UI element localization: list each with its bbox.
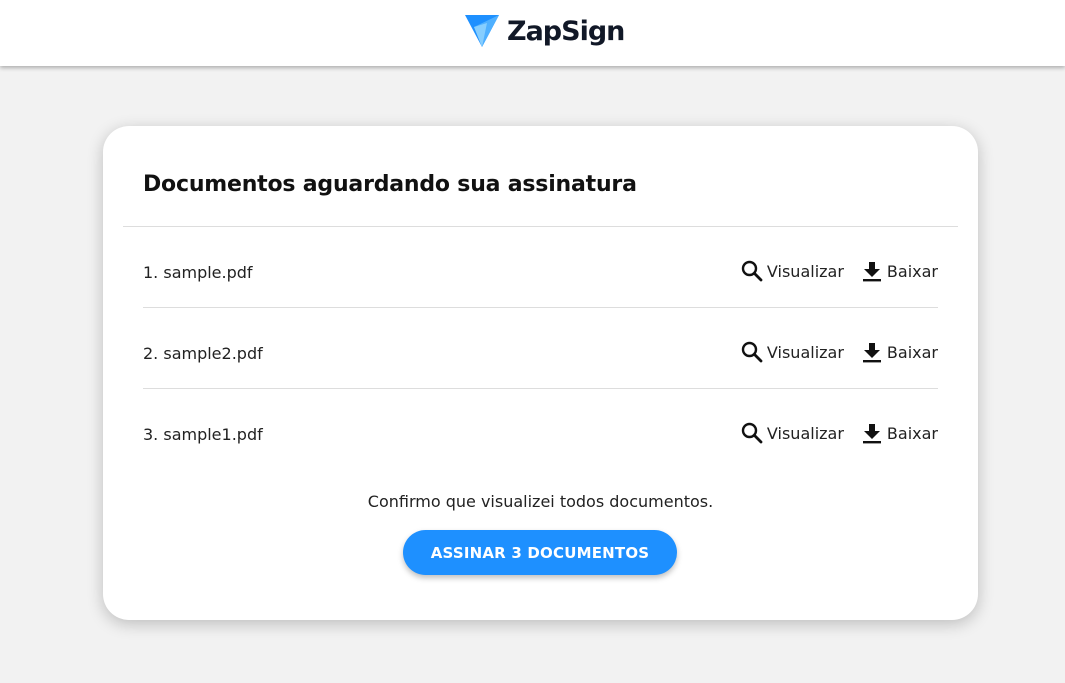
brand-name: ZapSign <box>507 15 625 47</box>
document-row: 1. sample.pdf Visualizar Baixar <box>143 227 938 308</box>
download-icon <box>862 262 881 282</box>
confirmation-text: Confirmo que visualizei todos documentos… <box>367 492 714 511</box>
document-actions: Visualizar Baixar <box>741 260 938 282</box>
document-list: 1. sample.pdf Visualizar Baixar 2. sampl… <box>143 227 938 470</box>
view-document-button[interactable]: Visualizar <box>741 422 844 444</box>
zapsign-logo[interactable]: ZapSign <box>465 12 625 50</box>
view-label: Visualizar <box>766 423 844 443</box>
zapsign-logo-icon <box>465 15 499 47</box>
document-name: 2. sample2.pdf <box>143 344 263 363</box>
top-bar: ZapSign <box>0 0 1065 66</box>
download-icon <box>862 424 881 444</box>
document-name: 1. sample.pdf <box>143 263 253 282</box>
download-document-button[interactable]: Baixar <box>861 260 938 282</box>
download-document-button[interactable]: Baixar <box>861 422 938 444</box>
document-actions: Visualizar Baixar <box>741 341 938 363</box>
document-row: 3. sample1.pdf Visualizar Baixar <box>143 389 938 470</box>
sign-documents-button[interactable]: ASSINAR 3 DOCUMENTOS <box>403 530 677 575</box>
download-label: Baixar <box>886 423 938 443</box>
search-icon <box>741 422 763 444</box>
view-label: Visualizar <box>766 261 844 281</box>
download-document-button[interactable]: Baixar <box>861 341 938 363</box>
view-label: Visualizar <box>766 342 844 362</box>
download-icon <box>862 343 881 363</box>
page-title: Documentos aguardando sua assinatura <box>143 172 637 197</box>
search-icon <box>741 341 763 363</box>
documents-card: Documentos aguardando sua assinatura 1. … <box>103 126 978 620</box>
download-label: Baixar <box>886 342 938 362</box>
document-actions: Visualizar Baixar <box>741 422 938 444</box>
document-name: 3. sample1.pdf <box>143 425 263 444</box>
search-icon <box>741 260 763 282</box>
view-document-button[interactable]: Visualizar <box>741 260 844 282</box>
document-row: 2. sample2.pdf Visualizar Baixar <box>143 308 938 389</box>
download-label: Baixar <box>886 261 938 281</box>
view-document-button[interactable]: Visualizar <box>741 341 844 363</box>
